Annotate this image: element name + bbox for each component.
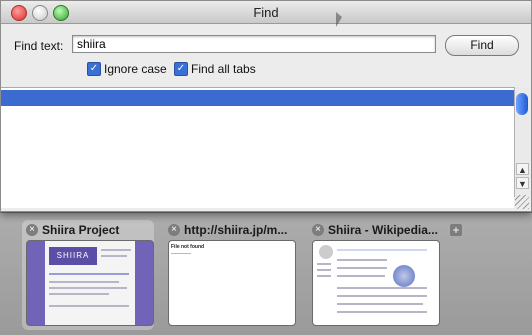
wikipedia-logo-icon bbox=[319, 245, 333, 259]
tab-close-icon[interactable]: × bbox=[26, 224, 38, 236]
resize-handle-icon[interactable] bbox=[515, 195, 529, 209]
tab-thumbnail[interactable]: SHIIRA bbox=[26, 240, 154, 326]
thumbnail-heading: File not found bbox=[171, 244, 205, 250]
thumbnail-sidebar-line bbox=[317, 263, 331, 265]
thumbnail-page: SHIIRA bbox=[45, 241, 135, 325]
tab-shiira-wikipedia[interactable]: × Shiira - Wikipedia... bbox=[308, 220, 440, 330]
results-list[interactable] bbox=[1, 87, 514, 208]
mouse-pointer-icon bbox=[336, 12, 342, 27]
shiira-logo: SHIIRA bbox=[49, 247, 97, 265]
ignore-case-label[interactable]: Ignore case bbox=[104, 62, 167, 76]
window-titlebar[interactable]: Find bbox=[1, 1, 531, 24]
thumbnail-text-line bbox=[171, 253, 191, 254]
tab-thumbnail[interactable] bbox=[312, 240, 440, 326]
thumbnail-text-line bbox=[337, 275, 385, 277]
scroll-down-arrow-icon[interactable]: ▼ bbox=[516, 177, 529, 189]
thumbnail-text-line bbox=[337, 267, 387, 269]
tab-shiira-project[interactable]: × Shiira Project SHIIRA bbox=[22, 220, 154, 330]
tab-thumbnail[interactable]: File not found bbox=[168, 240, 296, 326]
thumbnail-text-line bbox=[49, 293, 109, 295]
thumbnail-text-line bbox=[49, 281, 119, 283]
thumbnail-text-line bbox=[49, 305, 129, 307]
thumbnail-text-line bbox=[337, 311, 427, 313]
thumbnail-sidebar-line bbox=[317, 269, 331, 271]
thumbnail-text-line bbox=[337, 259, 387, 261]
thumbnail-text-line bbox=[337, 287, 427, 289]
thumbnail-image bbox=[393, 265, 415, 287]
scroll-up-arrow-icon[interactable]: ▲ bbox=[516, 163, 529, 175]
thumbnail-sidebar-line bbox=[317, 275, 331, 277]
window-title: Find bbox=[253, 5, 279, 20]
thumbnail-text-line bbox=[337, 303, 423, 305]
thumbnail-tab-strip bbox=[337, 249, 427, 251]
tab-close-icon[interactable]: × bbox=[312, 224, 324, 236]
find-text-label: Find text: bbox=[14, 39, 64, 53]
tab-title: Shiira - Wikipedia... bbox=[328, 223, 438, 237]
tab-close-icon[interactable]: × bbox=[168, 224, 180, 236]
ignore-case-checkbox[interactable]: ✓ bbox=[87, 62, 101, 76]
thumbnail-text-line bbox=[49, 287, 127, 289]
results-scrollbar[interactable]: ▲ ▼ bbox=[514, 87, 530, 197]
find-text-input[interactable] bbox=[72, 35, 436, 53]
thumbnail-text-line bbox=[101, 255, 127, 257]
tab-shiira-jp[interactable]: × http://shiira.jp/m... File not found bbox=[164, 220, 296, 330]
thumbnail-text-line bbox=[101, 249, 131, 251]
thumbnail-nav-bar bbox=[49, 273, 129, 275]
tab-title: http://shiira.jp/m... bbox=[184, 223, 288, 237]
scrollbar-thumb[interactable] bbox=[516, 93, 528, 115]
find-button[interactable]: Find bbox=[445, 35, 519, 56]
find-all-tabs-checkbox[interactable]: ✓ bbox=[174, 62, 188, 76]
thumbnail-text-line bbox=[337, 295, 427, 297]
tab-title: Shiira Project bbox=[42, 223, 120, 237]
selected-result-row[interactable] bbox=[1, 90, 514, 106]
find-all-tabs-label[interactable]: Find all tabs bbox=[191, 62, 256, 76]
find-panel: Find Find text: Find ✓ Ignore case ✓ Fin… bbox=[0, 0, 532, 212]
new-tab-plus-icon[interactable]: + bbox=[450, 224, 462, 236]
